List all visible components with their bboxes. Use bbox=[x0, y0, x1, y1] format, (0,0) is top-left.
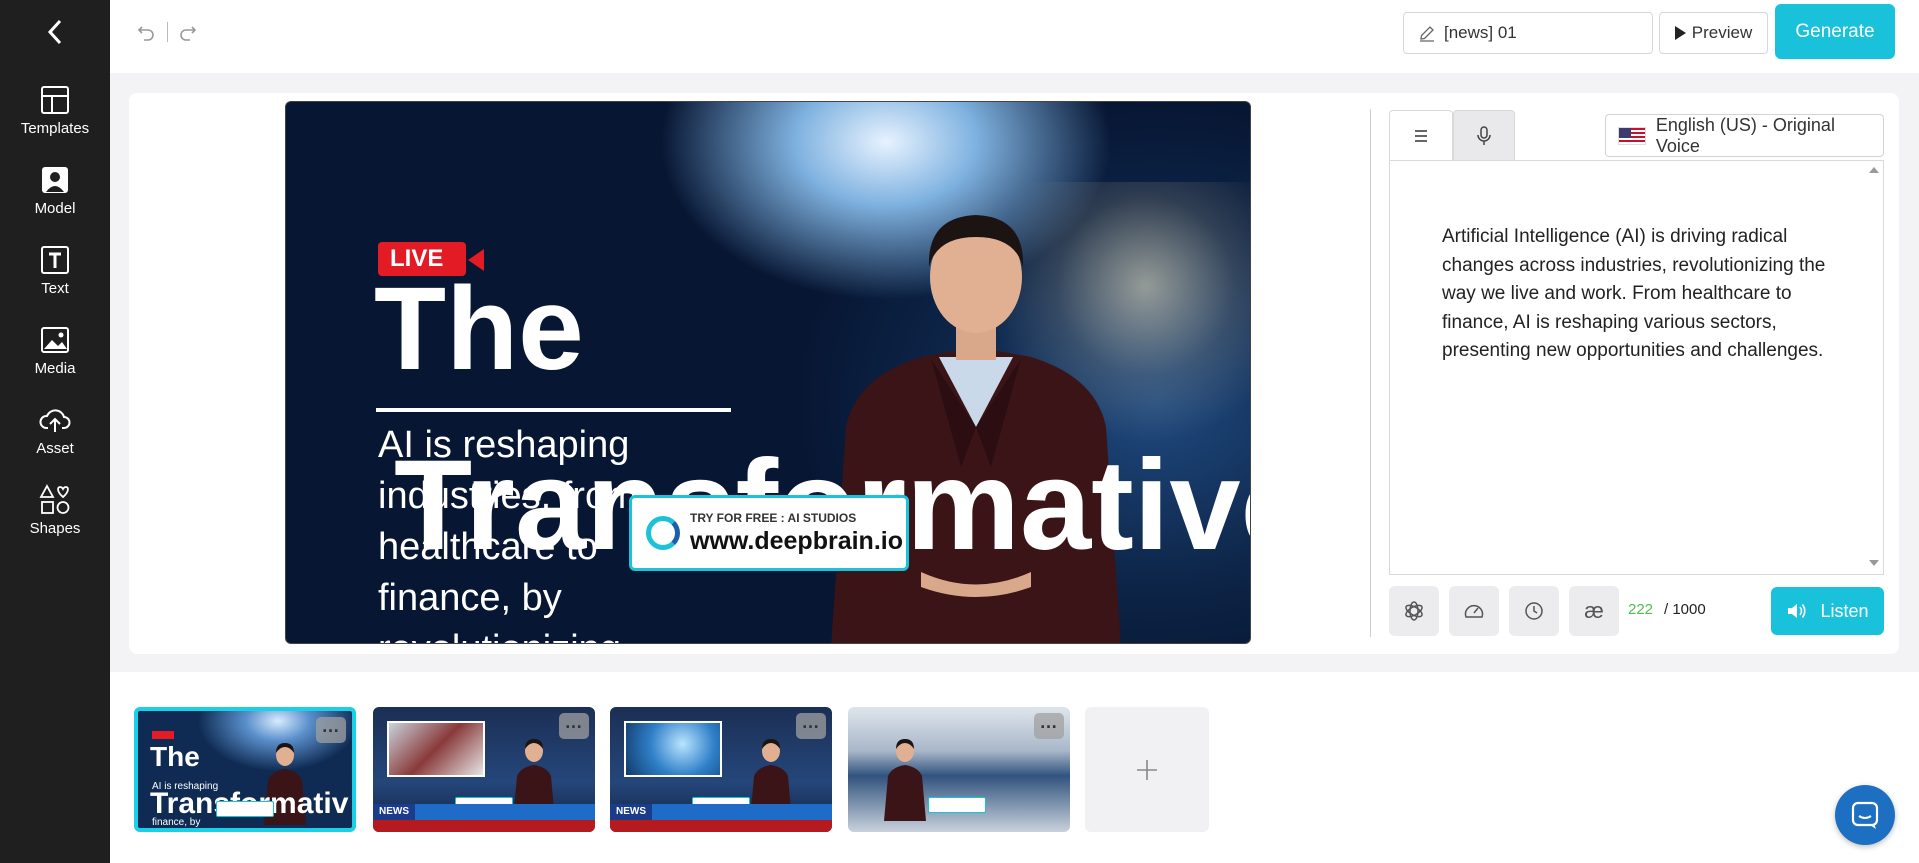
watermark-caption: TRY FOR FREE : AI STUDIOS bbox=[690, 510, 857, 525]
watermark-url: www.deepbrain.io bbox=[690, 526, 903, 555]
sidebar-item-label: Text bbox=[41, 280, 69, 297]
sidebar-item-label: Model bbox=[34, 200, 76, 217]
voice-language-select[interactable]: English (US) - Original Voice bbox=[1605, 114, 1884, 157]
scroll-down-arrow-icon[interactable] bbox=[1869, 560, 1879, 566]
more-options-button[interactable]: … bbox=[559, 713, 589, 739]
sidebar: Templates Model Text Media Asset Shapes bbox=[0, 0, 110, 863]
project-title-field[interactable] bbox=[1403, 12, 1653, 54]
listen-button-label: Listen bbox=[1820, 600, 1869, 621]
clock-icon bbox=[1525, 602, 1543, 620]
script-textarea[interactable]: Artificial Intelligence (AI) is driving … bbox=[1389, 160, 1884, 575]
scene-headline: The bbox=[150, 741, 200, 772]
ticker-red-bar bbox=[373, 820, 595, 832]
sidebar-item-label: Asset bbox=[36, 440, 74, 457]
play-icon bbox=[1674, 26, 1686, 40]
news-ticker: NEWS bbox=[610, 804, 832, 820]
preview-button-label: Preview bbox=[1691, 23, 1753, 42]
sidebar-item-label: Templates bbox=[20, 120, 90, 137]
undo-icon bbox=[137, 26, 154, 41]
redo-button[interactable] bbox=[176, 20, 200, 44]
sidebar-item-label: Shapes bbox=[29, 520, 81, 537]
preview-button[interactable]: Preview bbox=[1659, 12, 1768, 54]
shapes-icon bbox=[39, 484, 71, 516]
support-chat-button[interactable] bbox=[1835, 785, 1895, 845]
sidebar-item-model[interactable]: Model bbox=[0, 164, 110, 230]
inset-image bbox=[387, 721, 485, 777]
sidebar-item-text[interactable]: Text bbox=[0, 244, 110, 310]
divider bbox=[167, 22, 168, 42]
deepbrain-logo-icon bbox=[646, 516, 680, 550]
headline-rule bbox=[376, 408, 731, 412]
media-icon bbox=[39, 324, 71, 356]
upload-cloud-icon bbox=[39, 404, 71, 436]
news-label: NEWS bbox=[610, 804, 652, 820]
presenter-thumbnail bbox=[884, 739, 926, 821]
scene-thumbnail-1[interactable]: The AI is reshaping Transformativ financ… bbox=[134, 707, 356, 832]
sidebar-item-templates[interactable]: Templates bbox=[0, 84, 110, 150]
more-options-button[interactable]: … bbox=[796, 713, 826, 739]
news-label: NEWS bbox=[373, 804, 415, 820]
pronunciation-button[interactable]: æ bbox=[1569, 586, 1619, 636]
chevron-left-icon bbox=[47, 19, 62, 45]
scene-subtext-extra: finance, by bbox=[152, 817, 201, 828]
us-flag-icon bbox=[1618, 126, 1646, 145]
scene-thumbnail-2[interactable]: NEWS … bbox=[373, 707, 595, 832]
sidebar-item-shapes[interactable]: Shapes bbox=[0, 484, 110, 550]
video-canvas[interactable]: LIVE The AI is reshaping industries, fro… bbox=[285, 101, 1251, 644]
watermark-thumbnail bbox=[216, 801, 274, 817]
chat-icon bbox=[1851, 801, 1879, 829]
char-count: 222 bbox=[1628, 601, 1654, 618]
add-scene-button[interactable] bbox=[1085, 707, 1209, 832]
microphone-icon bbox=[1477, 125, 1491, 145]
plus-icon bbox=[1137, 759, 1157, 780]
live-badge bbox=[152, 731, 174, 739]
ai-assist-button[interactable] bbox=[1389, 586, 1439, 636]
sidebar-item-label: Media bbox=[34, 360, 76, 377]
model-icon bbox=[39, 164, 71, 196]
back-button[interactable] bbox=[38, 14, 72, 50]
pause-timing-button[interactable] bbox=[1509, 586, 1559, 636]
speed-button[interactable] bbox=[1449, 586, 1499, 636]
sidebar-item-media[interactable]: Media bbox=[0, 324, 110, 390]
template-icon bbox=[39, 84, 71, 116]
redo-icon bbox=[180, 26, 197, 41]
inset-image bbox=[624, 721, 722, 777]
sidebar-item-asset[interactable]: Asset bbox=[0, 404, 110, 470]
more-options-button[interactable]: … bbox=[1034, 713, 1064, 739]
speed-gauge-icon bbox=[1464, 604, 1484, 618]
openai-icon bbox=[1405, 601, 1423, 621]
watermark-thumbnail bbox=[928, 797, 986, 813]
scene-thumbnail-3[interactable]: NEWS … bbox=[610, 707, 832, 832]
list-icon bbox=[1415, 130, 1427, 142]
scene-thumbnail-4[interactable]: … bbox=[848, 707, 1070, 832]
char-limit: / 1000 bbox=[1664, 601, 1706, 618]
speaker-icon bbox=[1788, 604, 1807, 618]
tab-audio-upload[interactable] bbox=[1453, 110, 1515, 161]
voice-language-label: English (US) - Original Voice bbox=[1655, 114, 1835, 156]
listen-button[interactable]: Listen bbox=[1771, 587, 1884, 635]
text-icon bbox=[39, 244, 71, 276]
more-options-button[interactable]: … bbox=[316, 717, 346, 743]
news-ticker: NEWS bbox=[373, 804, 595, 820]
generate-button[interactable]: Generate bbox=[1775, 4, 1895, 59]
scroll-up-arrow-icon[interactable] bbox=[1869, 167, 1879, 173]
undo-button[interactable] bbox=[134, 20, 158, 44]
panel-divider bbox=[1370, 109, 1371, 637]
headline-text[interactable]: The bbox=[374, 270, 584, 388]
pencil-icon bbox=[1420, 26, 1434, 42]
tab-script-text[interactable] bbox=[1389, 110, 1453, 161]
pronunciation-icon: æ bbox=[1584, 598, 1604, 623]
project-title-input[interactable] bbox=[1444, 23, 1644, 43]
ticker-red-bar bbox=[610, 820, 832, 832]
generate-button-label: Generate bbox=[1795, 20, 1875, 42]
deepbrain-watermark: TRY FOR FREE : AI STUDIOS www.deepbrain.… bbox=[629, 495, 909, 571]
script-text[interactable]: Artificial Intelligence (AI) is driving … bbox=[1442, 223, 1842, 366]
